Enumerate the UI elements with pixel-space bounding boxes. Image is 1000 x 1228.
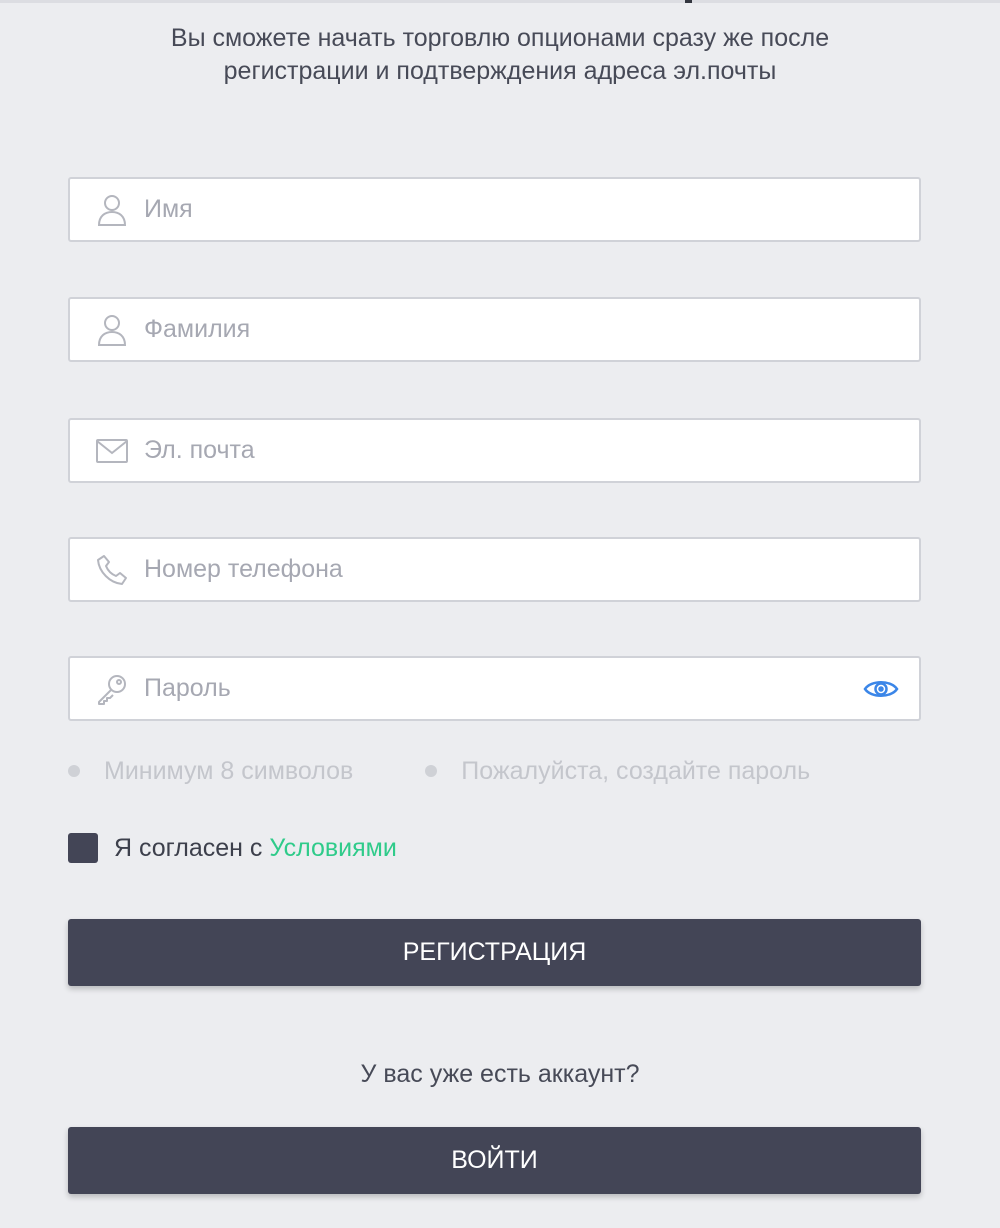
have-account-text: У вас уже есть аккаунт?	[360, 1060, 640, 1088]
email-input[interactable]	[144, 420, 919, 481]
user-icon	[95, 193, 129, 227]
password-hint-text: Пожалуйста, создайте пароль	[461, 756, 811, 785]
intro-line-1: Вы сможете начать торговлю опционами сра…	[170, 24, 830, 52]
intro-line-2: регистрации и подтверждения адреса эл.по…	[223, 57, 777, 85]
envelope-icon	[95, 434, 129, 468]
user-icon	[95, 313, 129, 347]
eye-icon[interactable]	[861, 672, 901, 706]
top-divider	[0, 0, 1000, 3]
terms-checkbox[interactable]	[68, 833, 98, 863]
key-icon	[95, 672, 129, 706]
password-input[interactable]	[144, 658, 861, 719]
login-button[interactable]: ВОЙТИ	[68, 1127, 921, 1194]
phone-field[interactable]	[68, 537, 921, 602]
bullet-icon	[425, 765, 438, 777]
password-hint: Пожалуйста, создайте пароль	[425, 757, 810, 786]
password-hints: Минимум 8 символов Пожалуйста, создайте …	[68, 754, 810, 788]
bullet-icon	[68, 765, 80, 777]
intro-text: Вы сможете начать торговлю опционами сра…	[0, 22, 1000, 88]
top-edge-fragment	[685, 0, 692, 3]
phone-input[interactable]	[144, 539, 919, 600]
last-name-field[interactable]	[68, 297, 921, 362]
terms-link[interactable]: Условиями	[269, 834, 396, 863]
registration-page: Вы сможете начать торговлю опционами сра…	[0, 0, 1000, 1228]
terms-agreement: Я согласен с Условиями	[68, 832, 397, 864]
terms-label: Я согласен с	[114, 833, 263, 862]
password-field[interactable]	[68, 656, 921, 721]
register-button[interactable]: РЕГИСТРАЦИЯ	[68, 919, 921, 986]
password-hint-text: Минимум 8 символов	[104, 756, 354, 785]
email-field[interactable]	[68, 418, 921, 483]
first-name-field[interactable]	[68, 177, 921, 242]
password-hint: Минимум 8 символов	[68, 757, 353, 786]
last-name-input[interactable]	[144, 299, 919, 360]
phone-icon	[95, 553, 129, 587]
first-name-input[interactable]	[144, 179, 919, 240]
